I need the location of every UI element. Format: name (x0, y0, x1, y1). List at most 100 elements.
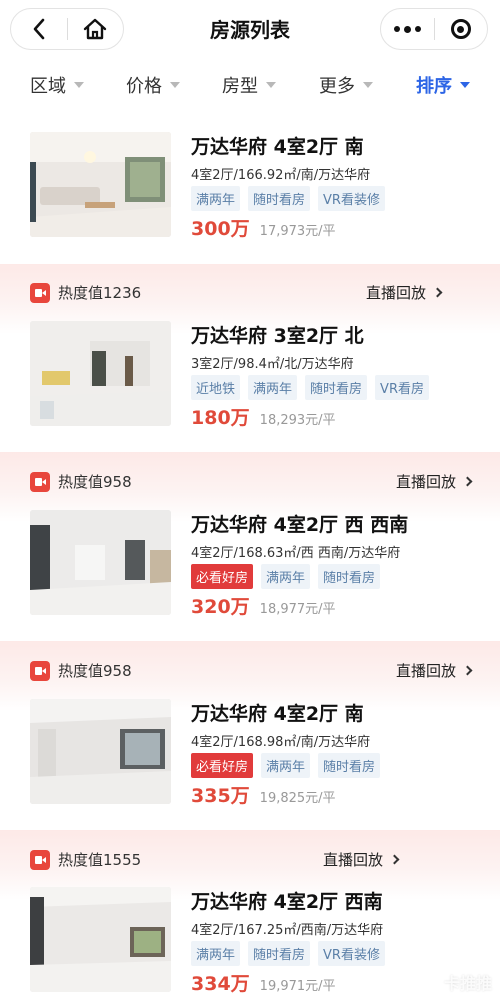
filter-label: 房型 (222, 76, 258, 97)
caret-down-icon (363, 82, 373, 88)
tag: 满两年 (261, 753, 311, 778)
price-row: 320万 18,977元/平 (191, 592, 336, 619)
live-replay-label: 直播回放 (396, 662, 457, 680)
tag: 随时看房 (305, 375, 368, 400)
filter-more[interactable]: 更多 (319, 72, 373, 98)
total-price: 335万 (191, 785, 250, 807)
total-price: 300万 (191, 218, 250, 240)
watermark: 卡推推 (443, 974, 492, 993)
live-video-icon (30, 661, 50, 681)
price-row: 300万 17,973元/平 (191, 214, 336, 241)
live-replay-label: 直播回放 (366, 284, 427, 302)
listing-card[interactable]: 万达华府 3室2厅 北 3室2厅/98.4㎡/北/万达华府 近地铁 满两年 随时… (0, 311, 500, 431)
listing-subtitle: 4室2厅/168.63㎡/西 西南/万达华府 (191, 546, 401, 561)
filter-label: 更多 (319, 76, 355, 97)
unit-price: 19,825元/平 (259, 791, 336, 806)
unit-price: 18,977元/平 (259, 602, 336, 617)
listing-subtitle: 4室2厅/168.98㎡/南/万达华府 (191, 735, 371, 750)
listing-title: 万达华府 4室2厅 南 (191, 136, 364, 158)
caret-down-icon (74, 82, 84, 88)
heat-row: 热度值958 直播回放 (0, 656, 500, 686)
unit-price: 19,971元/平 (259, 979, 336, 994)
filter-label: 排序 (416, 76, 452, 97)
caret-down-icon (460, 82, 470, 88)
listing-subtitle: 4室2厅/167.25㎡/西南/万达华府 (191, 923, 384, 938)
tag: 满两年 (191, 941, 241, 966)
price-row: 335万 19,825元/平 (191, 781, 336, 808)
caret-down-icon (266, 82, 276, 88)
listing-card[interactable]: 万达华府 4室2厅 南 4室2厅/168.98㎡/南/万达华府 必看好房 满两年… (0, 689, 500, 809)
live-replay-link[interactable]: 直播回放 (396, 660, 473, 681)
more-button[interactable] (381, 9, 434, 49)
filter-label: 价格 (126, 76, 162, 97)
listing-title: 万达华府 4室2厅 西南 (191, 891, 383, 913)
listing-card[interactable]: 万达华府 4室2厅 西 西南 4室2厅/168.63㎡/西 西南/万达华府 必看… (0, 500, 500, 620)
heat-value: 热度值958 (58, 662, 132, 680)
tag: VR看装修 (318, 941, 385, 966)
live-replay-link[interactable]: 直播回放 (323, 849, 400, 870)
heat-value: 热度值1236 (58, 284, 142, 302)
tag: 满两年 (261, 564, 311, 589)
chevron-right-icon (462, 476, 473, 487)
listing-title: 万达华府 4室2厅 西 西南 (191, 514, 409, 536)
tag-list: 近地铁 满两年 随时看房 VR看房 (191, 375, 429, 400)
tag: 满两年 (248, 375, 298, 400)
listing-photo (30, 887, 171, 992)
must-see-tag: 必看好房 (191, 564, 254, 589)
unit-price: 18,293元/平 (259, 413, 336, 428)
target-circle-icon (450, 19, 471, 39)
caret-down-icon (170, 82, 180, 88)
filter-bar: 区域 价格 房型 更多 排序 (0, 60, 500, 112)
filter-price[interactable]: 价格 (126, 72, 180, 98)
listing-card[interactable]: 万达华府 4室2厅 南 4室2厅/166.92㎡/南/万达华府 满两年 随时看房… (0, 122, 500, 242)
filter-layout[interactable]: 房型 (222, 72, 276, 98)
price-row: 334万 19,971元/平 (191, 969, 336, 996)
top-bar: 房源列表 (0, 0, 500, 58)
must-see-tag: 必看好房 (191, 753, 254, 778)
listing-photo (30, 132, 171, 237)
total-price: 180万 (191, 407, 250, 429)
mini-program-capsule (380, 8, 488, 50)
live-replay-label: 直播回放 (323, 851, 384, 869)
tag: 随时看房 (248, 941, 311, 966)
close-button[interactable] (434, 9, 487, 49)
chevron-right-icon (389, 854, 400, 865)
live-video-icon (30, 850, 50, 870)
tag-list: 满两年 随时看房 VR看装修 (191, 941, 385, 966)
heat-row: 热度值1236 直播回放 (0, 278, 500, 308)
live-video-icon (30, 472, 50, 492)
listing-photo (30, 321, 171, 426)
listing-photo (30, 510, 171, 615)
tag: 随时看房 (248, 186, 311, 211)
price-row: 180万 18,293元/平 (191, 403, 336, 430)
tag: VR看装修 (318, 186, 385, 211)
total-price: 320万 (191, 596, 250, 618)
listing-card[interactable]: 万达华府 4室2厅 西南 4室2厅/167.25㎡/西南/万达华府 满两年 随时… (0, 877, 500, 997)
heat-row: 热度值1555 直播回放 (0, 845, 500, 875)
listing-title: 万达华府 4室2厅 南 (191, 703, 364, 725)
listing-subtitle: 4室2厅/166.92㎡/南/万达华府 (191, 168, 371, 183)
filter-region[interactable]: 区域 (30, 72, 84, 98)
listing-subtitle: 3室2厅/98.4㎡/北/万达华府 (191, 357, 354, 372)
tag-list: 必看好房 满两年 随时看房 (191, 564, 381, 589)
tag-list: 必看好房 满两年 随时看房 (191, 753, 381, 778)
heat-value: 热度值1555 (58, 851, 142, 869)
more-dots-icon (393, 25, 421, 33)
chevron-right-icon (462, 665, 473, 676)
tag: VR看房 (375, 375, 429, 400)
listing-title: 万达华府 3室2厅 北 (191, 325, 364, 347)
live-video-icon (30, 283, 50, 303)
listing-photo (30, 699, 171, 804)
tag: 近地铁 (191, 375, 241, 400)
total-price: 334万 (191, 973, 250, 995)
chevron-right-icon (432, 287, 443, 298)
heat-row: 热度值958 直播回放 (0, 467, 500, 497)
live-replay-link[interactable]: 直播回放 (366, 282, 443, 303)
live-replay-link[interactable]: 直播回放 (396, 471, 473, 492)
filter-sort[interactable]: 排序 (416, 72, 470, 98)
tag-list: 满两年 随时看房 VR看装修 (191, 186, 385, 211)
tag: 随时看房 (318, 564, 381, 589)
filter-label: 区域 (30, 76, 66, 97)
unit-price: 17,973元/平 (259, 224, 336, 239)
heat-value: 热度值958 (58, 473, 132, 491)
